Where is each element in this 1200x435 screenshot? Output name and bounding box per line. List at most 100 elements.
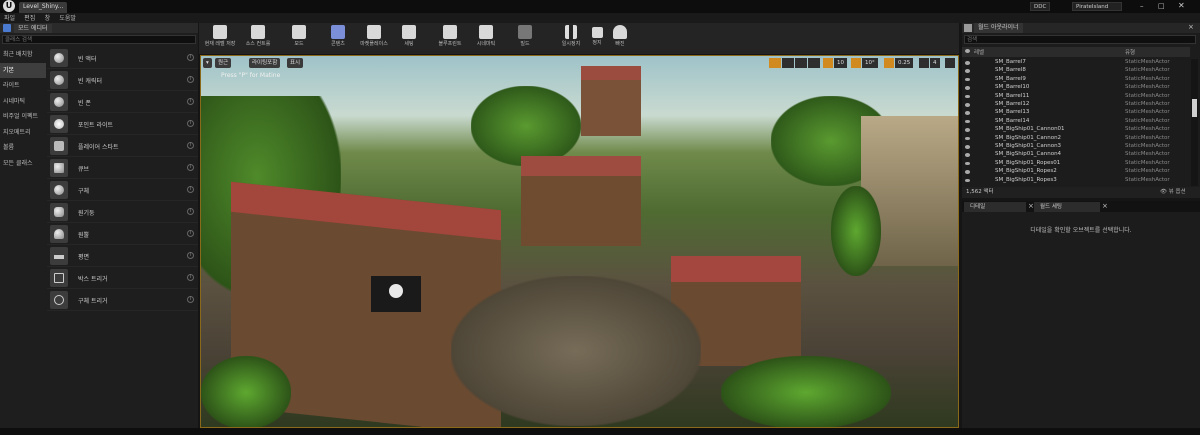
info-icon[interactable]: i	[187, 142, 194, 149]
visibility-eye-icon[interactable]	[965, 86, 970, 90]
col-type[interactable]: 유형	[1125, 48, 1135, 56]
scale-snap-icon[interactable]	[884, 58, 894, 68]
item-empty-actor[interactable]: 빈 액터 i	[47, 47, 198, 69]
cinematics-button[interactable]: 시네마틱	[471, 23, 501, 54]
item-cylinder[interactable]: 원기둥 i	[47, 201, 198, 223]
item-box-trigger[interactable]: 박스 트리거 i	[47, 267, 198, 289]
pause-button[interactable]: 일시정지	[557, 23, 585, 54]
camera-speed-icon[interactable]	[919, 58, 929, 68]
visibility-eye-icon[interactable]	[965, 128, 970, 132]
scale-snap-value[interactable]: 0.25	[895, 58, 914, 68]
perspective-button[interactable]: 원근	[215, 58, 232, 68]
info-icon[interactable]: i	[187, 186, 194, 193]
visibility-eye-icon[interactable]	[965, 178, 970, 183]
rotation-snap-value[interactable]: 10°	[862, 58, 878, 68]
item-player-start[interactable]: 플레이어 스타트 i	[47, 135, 198, 157]
visibility-eye-icon[interactable]	[965, 153, 970, 157]
class-search-input[interactable]: 클래스 검색	[2, 35, 196, 44]
settings-button[interactable]: 세팅	[395, 23, 423, 54]
category-geometry[interactable]: 지오메트리	[0, 125, 46, 141]
category-all-classes[interactable]: 모든 클래스	[0, 156, 46, 172]
outliner-row[interactable]: SM_Barrel12 StaticMeshActor	[962, 101, 1190, 109]
scrollbar-thumb[interactable]	[1192, 99, 1197, 117]
visibility-eye-icon[interactable]	[965, 119, 970, 124]
visibility-eye-icon[interactable]	[965, 61, 970, 65]
viewport-options-button[interactable]: ▾	[203, 58, 212, 68]
close-tab-icon[interactable]: ×	[1028, 202, 1034, 210]
col-label[interactable]: 레벨	[974, 48, 984, 56]
world-space-icon[interactable]	[808, 58, 820, 68]
outliner-row[interactable]: SM_Barrel10 StaticMeshActor	[962, 84, 1190, 92]
level-viewport[interactable]: ▾ 원근 라이팅포함 표시 10 10° 0.25 4 Press "P" fo…	[200, 55, 959, 428]
info-icon[interactable]: i	[187, 98, 194, 105]
outliner-row[interactable]: SM_Barrel13 StaticMeshActor	[962, 109, 1190, 117]
minimize-icon[interactable]: –	[1140, 2, 1144, 10]
item-cone[interactable]: 원뿔 i	[47, 223, 198, 245]
outliner-row[interactable]: SM_BigShip01_Cannon2 StaticMeshActor	[962, 135, 1190, 143]
grid-snap-value[interactable]: 10	[834, 58, 847, 68]
category-lights[interactable]: 라이트	[0, 78, 46, 94]
visibility-eye-icon[interactable]	[965, 136, 970, 141]
outliner-row[interactable]: SM_BigShip01_Cannon4 StaticMeshActor	[962, 151, 1190, 159]
close-icon[interactable]: ✕	[1178, 1, 1185, 10]
outliner-row[interactable]: SM_Barrel7 StaticMeshActor	[962, 59, 1190, 67]
outliner-row[interactable]: SM_BigShip01_Ropes01 StaticMeshActor	[962, 160, 1190, 168]
visibility-eye-icon[interactable]	[965, 111, 970, 115]
marketplace-button[interactable]: 마켓플레이스	[355, 23, 393, 54]
view-options-button[interactable]: 👁 뷰 옵션	[1160, 187, 1186, 198]
outliner-row[interactable]: SM_BigShip01_Ropes2 StaticMeshActor	[962, 168, 1190, 176]
camera-speed-value[interactable]: 4	[930, 58, 940, 68]
outliner-row[interactable]: SM_BigShip01_Cannon01 StaticMeshActor	[962, 126, 1190, 134]
category-volumes[interactable]: 볼륨	[0, 140, 46, 156]
category-visual-effects[interactable]: 비주얼 이펙트	[0, 109, 46, 125]
info-icon[interactable]: i	[187, 120, 194, 127]
info-icon[interactable]: i	[187, 76, 194, 83]
outliner-row[interactable]: SM_Barrel8 StaticMeshActor	[962, 67, 1190, 75]
close-tab-icon[interactable]: ×	[1102, 202, 1108, 210]
info-icon[interactable]: i	[187, 296, 194, 303]
category-recent[interactable]: 최근 배치함	[0, 47, 46, 63]
blueprints-button[interactable]: 블루프린트	[433, 23, 467, 54]
modes-tab[interactable]: 모드 에디터	[14, 24, 52, 33]
category-basic[interactable]: 기본	[0, 62, 46, 78]
source-control-indicator[interactable]: DDC	[1030, 2, 1051, 11]
maximize-viewport-icon[interactable]	[945, 58, 955, 68]
visibility-eye-icon[interactable]	[965, 77, 970, 82]
translate-tool-icon[interactable]	[769, 58, 781, 68]
info-icon[interactable]: i	[187, 252, 194, 259]
visibility-eye-icon[interactable]	[965, 69, 970, 73]
visibility-eye-icon[interactable]	[965, 94, 970, 99]
item-cube[interactable]: 큐브 i	[47, 157, 198, 179]
item-empty-pawn[interactable]: 빈 폰i	[47, 91, 198, 113]
outliner-row[interactable]: SM_BigShip01_Ropes3 StaticMeshActor	[962, 177, 1190, 185]
outliner-row[interactable]: SM_BigShip01_Cannon3 StaticMeshActor	[962, 143, 1190, 151]
item-empty-character[interactable]: 빈 캐릭터 i	[47, 69, 198, 91]
info-icon[interactable]: i	[187, 54, 194, 61]
rotation-snap-icon[interactable]	[851, 58, 861, 68]
tab-world-settings[interactable]: 월드 세팅	[1034, 202, 1100, 212]
outliner-scrollbar[interactable]	[1191, 59, 1198, 186]
outliner-row[interactable]: SM_Barrel9 StaticMeshActor	[962, 76, 1190, 84]
source-control-button[interactable]: 소스 컨트롤	[241, 23, 275, 54]
visibility-eye-icon[interactable]	[965, 145, 970, 149]
visibility-eye-icon[interactable]	[965, 170, 970, 174]
info-icon[interactable]: i	[187, 230, 194, 237]
tab-details[interactable]: 디테일	[964, 202, 1026, 212]
outliner-search-input[interactable]: 검색	[964, 35, 1196, 44]
item-sphere-trigger[interactable]: 구체 트리거 i	[47, 289, 198, 311]
outliner-row[interactable]: SM_Barrel11 StaticMeshActor	[962, 93, 1190, 101]
visibility-eye-icon[interactable]	[965, 161, 970, 166]
close-tab-icon[interactable]: ×	[1188, 23, 1194, 31]
modes-button[interactable]: 모드	[285, 23, 313, 54]
maximize-icon[interactable]: □	[1158, 2, 1165, 10]
outliner-row[interactable]: SM_Barrel14 StaticMeshActor	[962, 118, 1190, 126]
lit-button[interactable]: 라이팅포함	[249, 58, 281, 68]
unreal-logo-icon[interactable]: U	[3, 0, 15, 12]
outliner-tab[interactable]: 월드 아웃라이너	[974, 23, 1023, 33]
visibility-eye-icon[interactable]	[965, 103, 970, 107]
scale-tool-icon[interactable]	[795, 58, 807, 68]
item-plane[interactable]: 평면 i	[47, 245, 198, 267]
item-sphere[interactable]: 구체 i	[47, 179, 198, 201]
save-button[interactable]: 현재 레벨 저장	[201, 23, 239, 54]
stop-button[interactable]: 정지	[587, 23, 607, 54]
